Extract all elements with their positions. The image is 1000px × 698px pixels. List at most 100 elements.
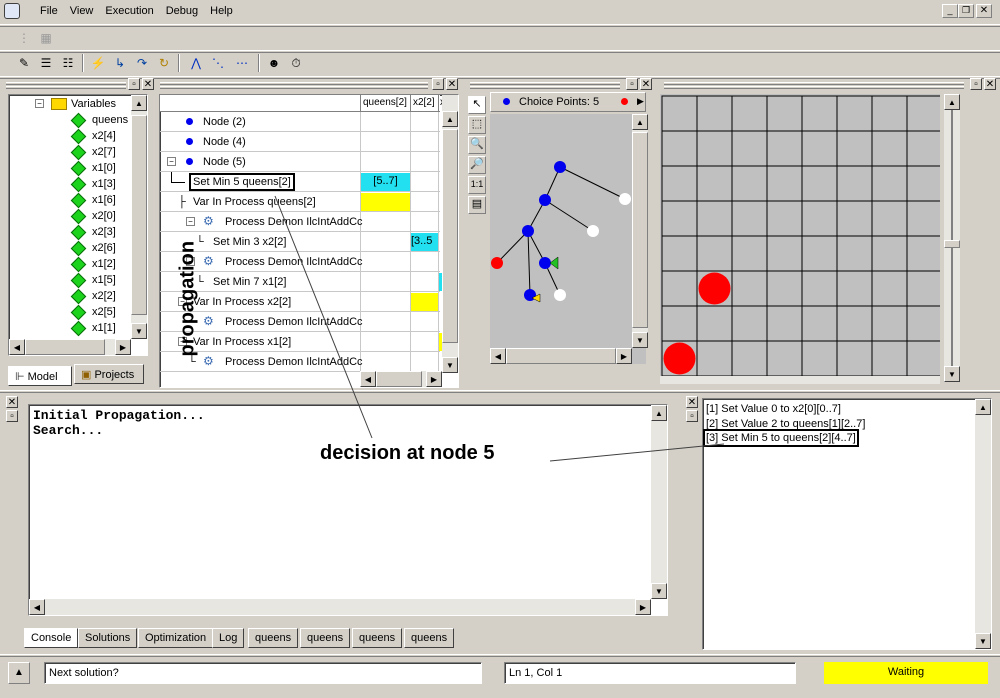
board-cell[interactable]	[801, 270, 838, 307]
tree-node[interactable]	[587, 225, 599, 237]
edit-icon[interactable]: ✎	[14, 53, 34, 73]
tree-root-label[interactable]: Variables	[71, 98, 116, 110]
scroll-up-icon[interactable]: ▲	[975, 399, 991, 415]
list-check-icon[interactable]: ☷	[58, 53, 78, 73]
step-icon[interactable]: ⋮	[14, 28, 34, 48]
board-cell[interactable]	[696, 130, 733, 167]
menu-file[interactable]: File	[34, 1, 64, 21]
close-window-button[interactable]: ✕	[976, 4, 992, 18]
step-into-icon[interactable]: ↳	[110, 53, 130, 73]
board-cell[interactable]	[661, 235, 698, 272]
scroll-down-icon[interactable]: ▼	[651, 583, 667, 599]
zoom-box-icon[interactable]: ⬚	[468, 116, 486, 134]
table-row[interactable]: ├ Var In Process queens[2]	[160, 192, 440, 212]
tree-node[interactable]	[522, 225, 534, 237]
zoom-reset-button[interactable]: 1:1	[468, 176, 486, 194]
model-vscroll[interactable]: ▲ ▼	[131, 95, 147, 339]
board-cell[interactable]	[871, 270, 908, 307]
scroll-left-icon[interactable]: ◀	[360, 371, 376, 387]
board-cell[interactable]	[801, 95, 838, 132]
board-cell[interactable]	[801, 340, 838, 376]
board-cell[interactable]	[906, 130, 940, 167]
board-panel-undock-icon[interactable]: ▫	[970, 78, 982, 90]
scroll-left-icon[interactable]: ◀	[29, 599, 45, 615]
tree-panel-undock-icon[interactable]: ▫	[626, 78, 638, 90]
board-cell[interactable]	[871, 340, 908, 376]
menu-help[interactable]: Help	[204, 1, 239, 21]
propagation-panel-undock-icon[interactable]: ▫	[432, 78, 444, 90]
list-icon[interactable]: ☰	[36, 53, 56, 73]
tree-panel-close-icon[interactable]: ✕	[640, 78, 652, 90]
board-cell[interactable]	[696, 95, 733, 132]
board-cell[interactable]	[871, 165, 908, 202]
board-cell[interactable]	[696, 235, 733, 272]
tab-model[interactable]: ⊩ Model	[8, 366, 72, 386]
tree-item[interactable]: x1[0]	[70, 160, 116, 176]
tree-item[interactable]: x2[7]	[70, 144, 116, 160]
fit-icon[interactable]: ▤	[468, 196, 486, 214]
table-row[interactable]: − Var In Process x1[2]	[160, 332, 442, 352]
console-panel-undock-icon[interactable]: ▫	[6, 410, 18, 422]
scroll-right-icon[interactable]: ▶	[635, 599, 651, 615]
console-hscroll[interactable]: ◀ ▶	[29, 599, 651, 615]
table-row[interactable]: └ Set Min 7 x1[2]	[160, 272, 442, 292]
tree-item[interactable]: x2[2]	[70, 288, 116, 304]
scroll-right-icon[interactable]: ▶	[426, 371, 442, 387]
table-row[interactable]: Node (4)	[160, 132, 440, 152]
board-cell[interactable]	[766, 305, 803, 342]
spy-icon[interactable]: ☻	[264, 53, 284, 73]
tree-item[interactable]: x1[3]	[70, 176, 116, 192]
scroll-right-icon[interactable]: ▶	[616, 348, 632, 364]
scroll-thumb[interactable]	[632, 132, 648, 328]
console-output[interactable]: Initial Propagation... Search... ▲ ▼ ◀ ▶	[28, 404, 668, 616]
board-cell[interactable]	[801, 165, 838, 202]
board-cell[interactable]	[766, 235, 803, 272]
board-cell[interactable]	[906, 200, 940, 237]
board-cell[interactable]	[661, 200, 698, 237]
column-header-x2-2[interactable]: x2[2]	[410, 95, 438, 112]
tree-node[interactable]	[554, 289, 566, 301]
board-cell[interactable]	[696, 305, 733, 342]
board-cell[interactable]	[871, 235, 908, 272]
tree-up-icon[interactable]: ⋀	[186, 53, 206, 73]
tree-item[interactable]: x2[0]	[70, 208, 116, 224]
scroll-up-icon[interactable]: ▲	[131, 95, 147, 111]
board-cell[interactable]	[731, 305, 768, 342]
pointer-icon[interactable]: ↖	[468, 96, 486, 114]
model-panel-undock-icon[interactable]: ▫	[128, 78, 140, 90]
tab-optimization[interactable]: Optimization	[138, 628, 214, 648]
board-cell[interactable]	[906, 235, 940, 272]
tab-solutions[interactable]: Solutions	[78, 628, 138, 648]
board-cell[interactable]	[661, 130, 698, 167]
board-cell[interactable]	[731, 235, 768, 272]
tab-queens[interactable]: queens	[248, 628, 299, 648]
tab-queens[interactable]: queens	[300, 628, 351, 648]
board-cell[interactable]	[731, 130, 768, 167]
board-cell[interactable]	[801, 305, 838, 342]
board-cell[interactable]	[766, 95, 803, 132]
board-cell[interactable]	[661, 305, 698, 342]
board-cell[interactable]	[731, 165, 768, 202]
board-cell[interactable]	[871, 95, 908, 132]
tab-projects[interactable]: ▣ Projects	[74, 364, 144, 384]
scroll-thumb[interactable]	[376, 371, 422, 387]
board-cell[interactable]	[731, 340, 768, 376]
board-cell[interactable]	[696, 200, 733, 237]
tree-node[interactable]	[619, 193, 631, 205]
timer-icon[interactable]: ⏱	[286, 53, 306, 73]
scroll-left-icon[interactable]: ◀	[490, 348, 506, 364]
console-vscroll[interactable]: ▲ ▼	[651, 405, 667, 599]
decisions-panel-undock-icon[interactable]: ▫	[686, 410, 698, 422]
board-cell[interactable]	[731, 200, 768, 237]
board-cell[interactable]	[871, 305, 908, 342]
tree-vscroll[interactable]: ▲ ▼	[632, 114, 648, 348]
scroll-up-icon[interactable]: ▲	[944, 94, 960, 110]
board-cell[interactable]	[836, 130, 873, 167]
scroll-right-icon[interactable]: ▶	[115, 339, 131, 355]
grid-icon[interactable]: ▦	[36, 28, 56, 48]
table-row-selected[interactable]: Set Min 5 queens[2] [5..7]	[160, 172, 440, 192]
domain-cell[interactable]	[411, 293, 438, 311]
board-cell[interactable]	[871, 200, 908, 237]
board-cell[interactable]	[801, 130, 838, 167]
board-cell[interactable]	[766, 200, 803, 237]
